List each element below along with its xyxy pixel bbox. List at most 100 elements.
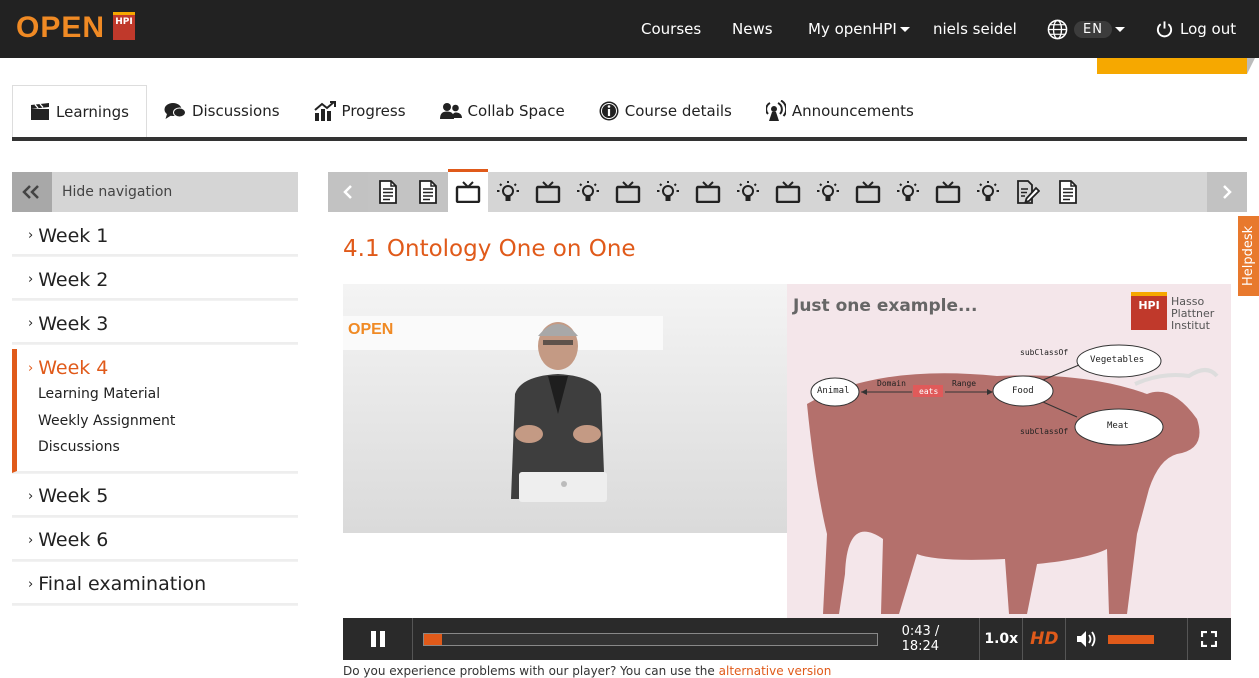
tab-label: Course details [624,102,732,120]
item-video-3[interactable] [448,169,488,212]
chevron-right-icon: › [28,272,34,287]
hpi-logo: HPI [1131,292,1167,330]
player-help-note: Do you experience problems with our play… [343,664,831,678]
item-video-9[interactable] [688,172,728,212]
week-label: Week 6 [38,529,109,551]
slide-video[interactable]: Just one example... HPI Hasso Plattner I… [787,284,1231,618]
course-tabs: Learnings Discussions Progress Collab Sp… [12,85,1247,137]
tab-discussions[interactable]: Discussions [147,85,297,137]
text-icon [379,180,397,204]
sidebar-week-1[interactable]: › Week 1 [12,217,298,256]
logo-badge: HPI [113,12,135,40]
edge-subclassof-meat: subClassOf [1020,427,1069,436]
nav-courses[interactable]: Courses [641,0,701,58]
logout-link[interactable]: Log out [1155,0,1236,58]
power-icon [1156,20,1173,37]
sidebar-item-learning-material[interactable]: Learning Material [38,381,298,408]
item-content: 4.1 Ontology One on One OPEN Just one ex… [328,217,1247,672]
week-label: Final examination [38,573,207,595]
sidebar-week-5[interactable]: › Week 5 [12,477,298,517]
ontology-diagram [810,344,1164,446]
item-video-15[interactable] [928,172,968,212]
node-food: Food [1012,386,1034,396]
tab-course-details[interactable]: Course details [582,85,749,137]
item-quiz-12[interactable] [808,172,848,212]
sidebar-week-4-title[interactable]: › Week 4 [28,355,298,381]
sidebar-week-3[interactable]: › Week 3 [12,305,298,344]
item-video-7[interactable] [608,172,648,212]
sidebar-item-weekly-assignment[interactable]: Weekly Assignment [38,408,298,435]
video-player[interactable]: OPEN Just one example... HPI Hasso Platt… [343,284,1231,660]
item-quiz-4[interactable] [488,172,528,212]
tab-announcements[interactable]: Announcements [749,85,931,137]
item-text-1[interactable] [368,172,408,212]
next-item-button[interactable] [1207,172,1247,212]
item-video-11[interactable] [768,172,808,212]
hide-navigation-button[interactable]: Hide navigation [12,172,298,212]
tab-label: Progress [341,102,406,120]
item-quiz-6[interactable] [568,172,608,212]
quiz-icon [897,181,919,201]
quiz-icon [497,181,519,201]
tab-progress[interactable]: Progress [297,85,423,137]
item-quiz-14[interactable] [888,172,928,212]
quiz-icon [737,181,759,201]
item-bar-spacer [1088,172,1207,212]
progress-bar[interactable] [423,632,878,646]
lecturer-video[interactable]: OPEN [343,284,787,533]
chevron-right-icon [1223,185,1232,199]
speed-button[interactable]: 1.0x [980,618,1024,660]
item-assignment-17[interactable] [1008,172,1048,212]
tabs-underline [12,137,1247,141]
volume-icon[interactable] [1076,630,1098,648]
tab-collab-space[interactable]: Collab Space [423,85,582,137]
week-label: Week 3 [38,312,109,335]
language-code: EN [1074,20,1112,38]
alternative-version-link[interactable]: alternative version [719,664,832,678]
item-text-18[interactable] [1048,172,1088,212]
text-icon [419,180,437,204]
volume-slider[interactable] [1108,634,1155,644]
item-title: 4.1 Ontology One on One [343,236,636,262]
item-quiz-8[interactable] [648,172,688,212]
nav-my-openhpi[interactable]: My openHPI [808,0,910,58]
tab-label: Announcements [791,102,914,120]
quiz-icon [977,181,999,201]
item-video-5[interactable] [528,172,568,212]
tab-learnings[interactable]: Learnings [12,85,147,137]
node-meat: Meat [1107,421,1129,431]
course-navigation: Hide navigation › Week 1 › Week 2 › Week 3 … [12,172,298,605]
helpdesk-tab[interactable]: Helpdesk [1238,216,1259,296]
tab-label: Collab Space [467,102,565,120]
openhpi-logo[interactable]: OPEN HPI [16,11,135,44]
top-navbar: OPEN HPI Courses News My openHPI niels s… [0,0,1259,58]
pause-button[interactable] [343,618,414,660]
nav-news[interactable]: News [732,0,773,58]
language-selector[interactable]: EN [1047,0,1125,58]
quiz-icon [657,181,679,201]
hd-toggle[interactable]: HD [1023,618,1067,660]
nav-user-label: niels seidel [933,20,1017,38]
video-icon [775,181,801,203]
item-text-2[interactable] [408,172,448,212]
sidebar-final-examination[interactable]: › Final examination [12,565,298,605]
volume-fill [1108,634,1155,644]
video-icon [535,181,561,203]
item-video-13[interactable] [848,172,888,212]
caret-down-icon [899,26,910,32]
progress-area: 0:43 / 18:24 [413,618,981,660]
sidebar-week-2[interactable]: › Week 2 [12,261,298,300]
item-quiz-16[interactable] [968,172,1008,212]
info-icon [599,101,619,121]
sidebar-item-discussions[interactable]: Discussions [38,434,298,461]
fullscreen-button[interactable] [1188,618,1231,660]
nav-courses-label: Courses [641,20,702,38]
caret-down-icon [1114,26,1125,32]
item-quiz-10[interactable] [728,172,768,212]
previous-item-button[interactable] [328,172,368,212]
comments-icon [164,103,186,119]
nav-user[interactable]: niels seidel [933,0,1017,58]
week-label: Week 1 [38,224,109,247]
sidebar-week-6[interactable]: › Week 6 [12,521,298,561]
globe-icon [1047,19,1068,39]
